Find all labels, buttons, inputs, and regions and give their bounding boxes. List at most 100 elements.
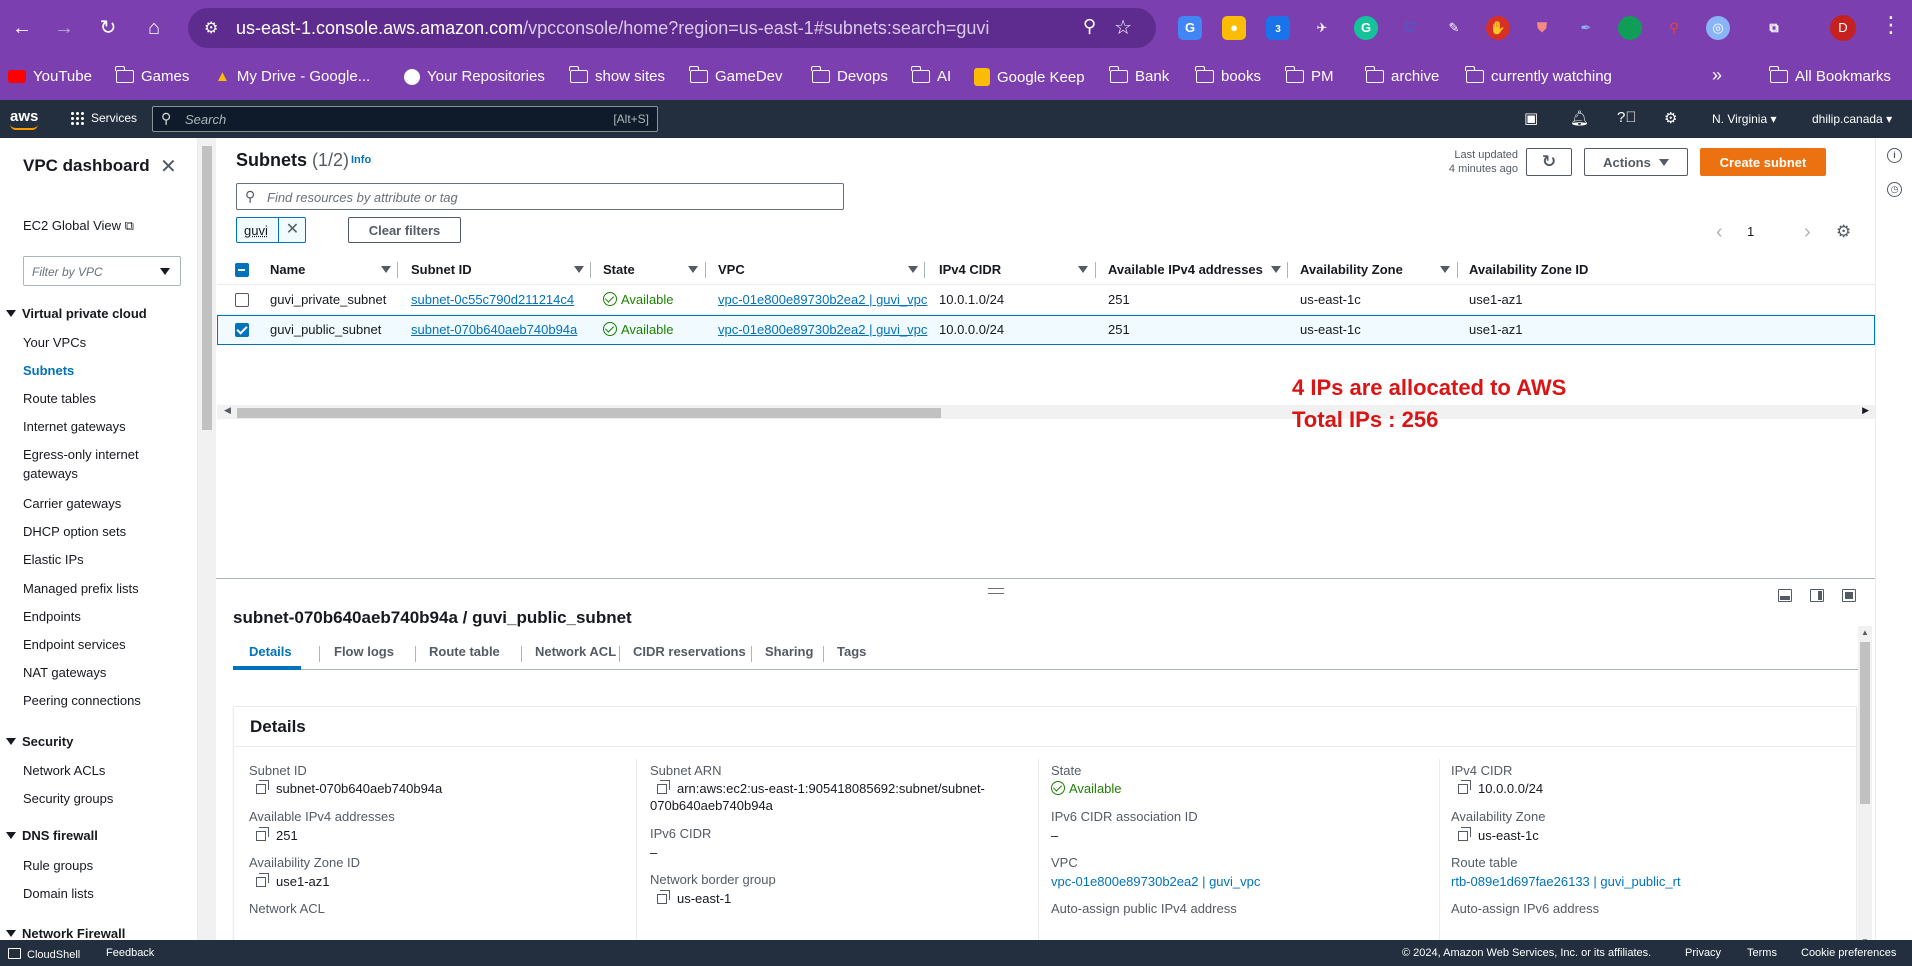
next-page-icon[interactable]: › (1804, 221, 1811, 244)
sort-caret-icon[interactable] (381, 266, 391, 273)
sidebar-item-managed-prefix-lists[interactable]: Managed prefix lists (23, 581, 139, 596)
translate-extension-icon[interactable]: G (1178, 16, 1202, 40)
table-row-selected[interactable]: guvi_public_subnet subnet-070b640aeb740b… (217, 315, 1875, 345)
search-icon[interactable]: ⚲ (1083, 16, 1096, 37)
settings-gear-icon[interactable]: ⚙ (1664, 109, 1677, 127)
sidebar-item-endpoint-services[interactable]: Endpoint services (23, 637, 126, 652)
column-header-state[interactable]: State (603, 255, 635, 285)
tab-route-table[interactable]: Route table (429, 644, 500, 659)
sidebar-item-route-tables[interactable]: Route tables (23, 391, 96, 406)
cloudshell-icon[interactable]: ▣ (1524, 109, 1538, 127)
sidebar-item-egress-only-line2[interactable]: gateways (23, 466, 78, 481)
sidebar-item-subnets[interactable]: Subnets (23, 363, 74, 378)
sort-caret-icon[interactable] (1440, 266, 1450, 273)
cell-subnet-id-link[interactable]: subnet-070b640aeb740b94a (411, 315, 577, 345)
copy-icon[interactable] (256, 780, 269, 794)
sort-caret-icon[interactable] (1078, 266, 1088, 273)
region-selector[interactable]: N. Virginia ▾ (1712, 112, 1777, 126)
browser-menu-icon[interactable]: ⋮ (1880, 12, 1902, 38)
console-search-input[interactable]: ⚲ Search [Alt+S] (152, 106, 658, 132)
column-divider[interactable] (1287, 262, 1288, 278)
resize-handle-icon[interactable] (988, 588, 1004, 594)
sidebar-item-domain-lists[interactable]: Domain lists (23, 886, 94, 901)
feedback-link[interactable]: Feedback (106, 947, 154, 959)
bookmark-bank[interactable]: Bank (1109, 66, 1169, 85)
sidebar-title[interactable]: VPC dashboard (23, 156, 150, 176)
remove-filter-icon[interactable]: ✕ (278, 218, 306, 242)
sidebar-item-egress-only-line1[interactable]: Egress-only internet (23, 447, 139, 462)
table-row[interactable]: guvi_private_subnet subnet-0c55c790d2112… (217, 285, 1875, 315)
column-divider[interactable] (924, 262, 925, 278)
sort-caret-icon[interactable] (908, 266, 918, 273)
sidebar-scrollbar[interactable] (198, 138, 216, 940)
terms-link[interactable]: Terms (1747, 947, 1777, 959)
value-route-table-link[interactable]: rtb-089e1d697fae26133 | guvi_public_rt (1451, 872, 1681, 892)
bookmark-google-keep[interactable]: Google Keep (974, 68, 1085, 86)
bookmark-archive[interactable]: archive (1365, 66, 1439, 85)
sidebar-item-network-acls[interactable]: Network ACLs (23, 763, 105, 778)
column-header-availability-zone-id[interactable]: Availability Zone ID (1469, 255, 1588, 285)
panel-side-icon[interactable] (1810, 589, 1824, 602)
sort-caret-icon[interactable] (574, 266, 584, 273)
sidebar-item-security-groups[interactable]: Security groups (23, 791, 113, 806)
sort-caret-icon[interactable] (1271, 266, 1281, 273)
keep-extension-icon[interactable]: ● (1222, 16, 1246, 40)
column-header-name[interactable]: Name (270, 255, 305, 285)
sidebar-item-peering-connections[interactable]: Peering connections (23, 693, 141, 708)
column-header-availability-zone[interactable]: Availability Zone (1300, 255, 1403, 285)
more-bookmarks-icon[interactable]: » (1712, 65, 1722, 86)
cell-vpc-link[interactable]: vpc-01e800e89730b2ea2 | guvi_vpc (718, 285, 927, 315)
bookmark-my-drive[interactable]: ▲ My Drive - Google... (215, 68, 370, 85)
sidebar-item-elastic-ips[interactable]: Elastic IPs (23, 552, 84, 567)
tab-tags[interactable]: Tags (837, 644, 866, 659)
cell-subnet-id-link[interactable]: subnet-0c55c790d211214c4 (411, 285, 574, 315)
scrollbar-thumb[interactable] (202, 146, 212, 430)
magnifier-extension-icon[interactable]: ⚲ (1662, 16, 1686, 40)
column-header-available-ipv4[interactable]: Available IPv4 addresses (1108, 255, 1263, 285)
copy-icon[interactable] (1458, 780, 1471, 794)
previous-page-icon[interactable]: ‹ (1716, 221, 1723, 244)
copy-icon[interactable] (657, 890, 670, 904)
notifications-bell-icon[interactable]: 🔔︎ (1570, 109, 1589, 127)
refresh-button[interactable]: ↻ (1526, 148, 1572, 176)
help-icon[interactable]: ?⃝ (1617, 109, 1637, 126)
create-subnet-button[interactable]: Create subnet (1700, 148, 1826, 176)
hand-extension-icon[interactable]: ✋ (1486, 16, 1510, 40)
column-divider[interactable] (705, 262, 706, 278)
column-header-ipv4-cidr[interactable]: IPv4 CIDR (939, 255, 1001, 285)
panel-bottom-icon[interactable] (1778, 589, 1792, 602)
section-virtual-private-cloud[interactable]: Virtual private cloud (6, 306, 147, 321)
account-menu[interactable]: dhilip.canada ▾ (1812, 112, 1892, 126)
filter-by-vpc-select[interactable]: Filter by VPC (23, 256, 181, 286)
tab-sharing[interactable]: Sharing (765, 644, 813, 659)
bookmark-pm[interactable]: PM (1285, 66, 1334, 85)
column-divider[interactable] (1095, 262, 1096, 278)
column-divider[interactable] (1457, 262, 1458, 278)
badge-extension-icon[interactable]: 3 (1266, 16, 1290, 40)
sidebar-item-rule-groups[interactable]: Rule groups (23, 858, 93, 873)
shield-extension-icon[interactable]: ⛉ (1398, 16, 1422, 40)
sidebar-item-carrier-gateways[interactable]: Carrier gateways (23, 496, 121, 511)
lens-extension-icon[interactable]: ◎ (1706, 16, 1730, 40)
close-icon[interactable]: ✕ (160, 154, 177, 179)
bird-extension-icon[interactable]: ✈ (1310, 16, 1334, 40)
grammarly-extension-icon[interactable]: G (1354, 16, 1378, 40)
column-header-subnet-id[interactable]: Subnet ID (411, 255, 472, 285)
filter-token[interactable]: guvi ✕ (236, 217, 306, 243)
bookmark-books[interactable]: books (1195, 66, 1261, 85)
column-divider[interactable] (590, 262, 591, 278)
privacy-link[interactable]: Privacy (1685, 947, 1721, 959)
column-divider[interactable] (397, 262, 398, 278)
copy-icon[interactable] (256, 873, 269, 887)
scroll-left-icon[interactable]: ◀ (224, 405, 231, 416)
sidebar-item-ec2-global-view[interactable]: EC2 Global View ⧉ (23, 218, 134, 234)
bookmark-show-sites[interactable]: show sites (569, 66, 665, 85)
cell-vpc-link[interactable]: vpc-01e800e89730b2ea2 | guvi_vpc (718, 315, 927, 345)
sidebar-item-your-vpcs[interactable]: Your VPCs (23, 335, 86, 350)
all-bookmarks[interactable]: All Bookmarks (1769, 66, 1891, 85)
forward-icon[interactable]: → (50, 14, 78, 42)
back-icon[interactable]: ← (8, 14, 36, 42)
sidebar-item-internet-gateways[interactable]: Internet gateways (23, 419, 126, 434)
table-horizontal-scrollbar[interactable]: ◀ ▶ (217, 405, 1875, 419)
bookmark-currently-watching[interactable]: currently watching (1465, 66, 1612, 85)
